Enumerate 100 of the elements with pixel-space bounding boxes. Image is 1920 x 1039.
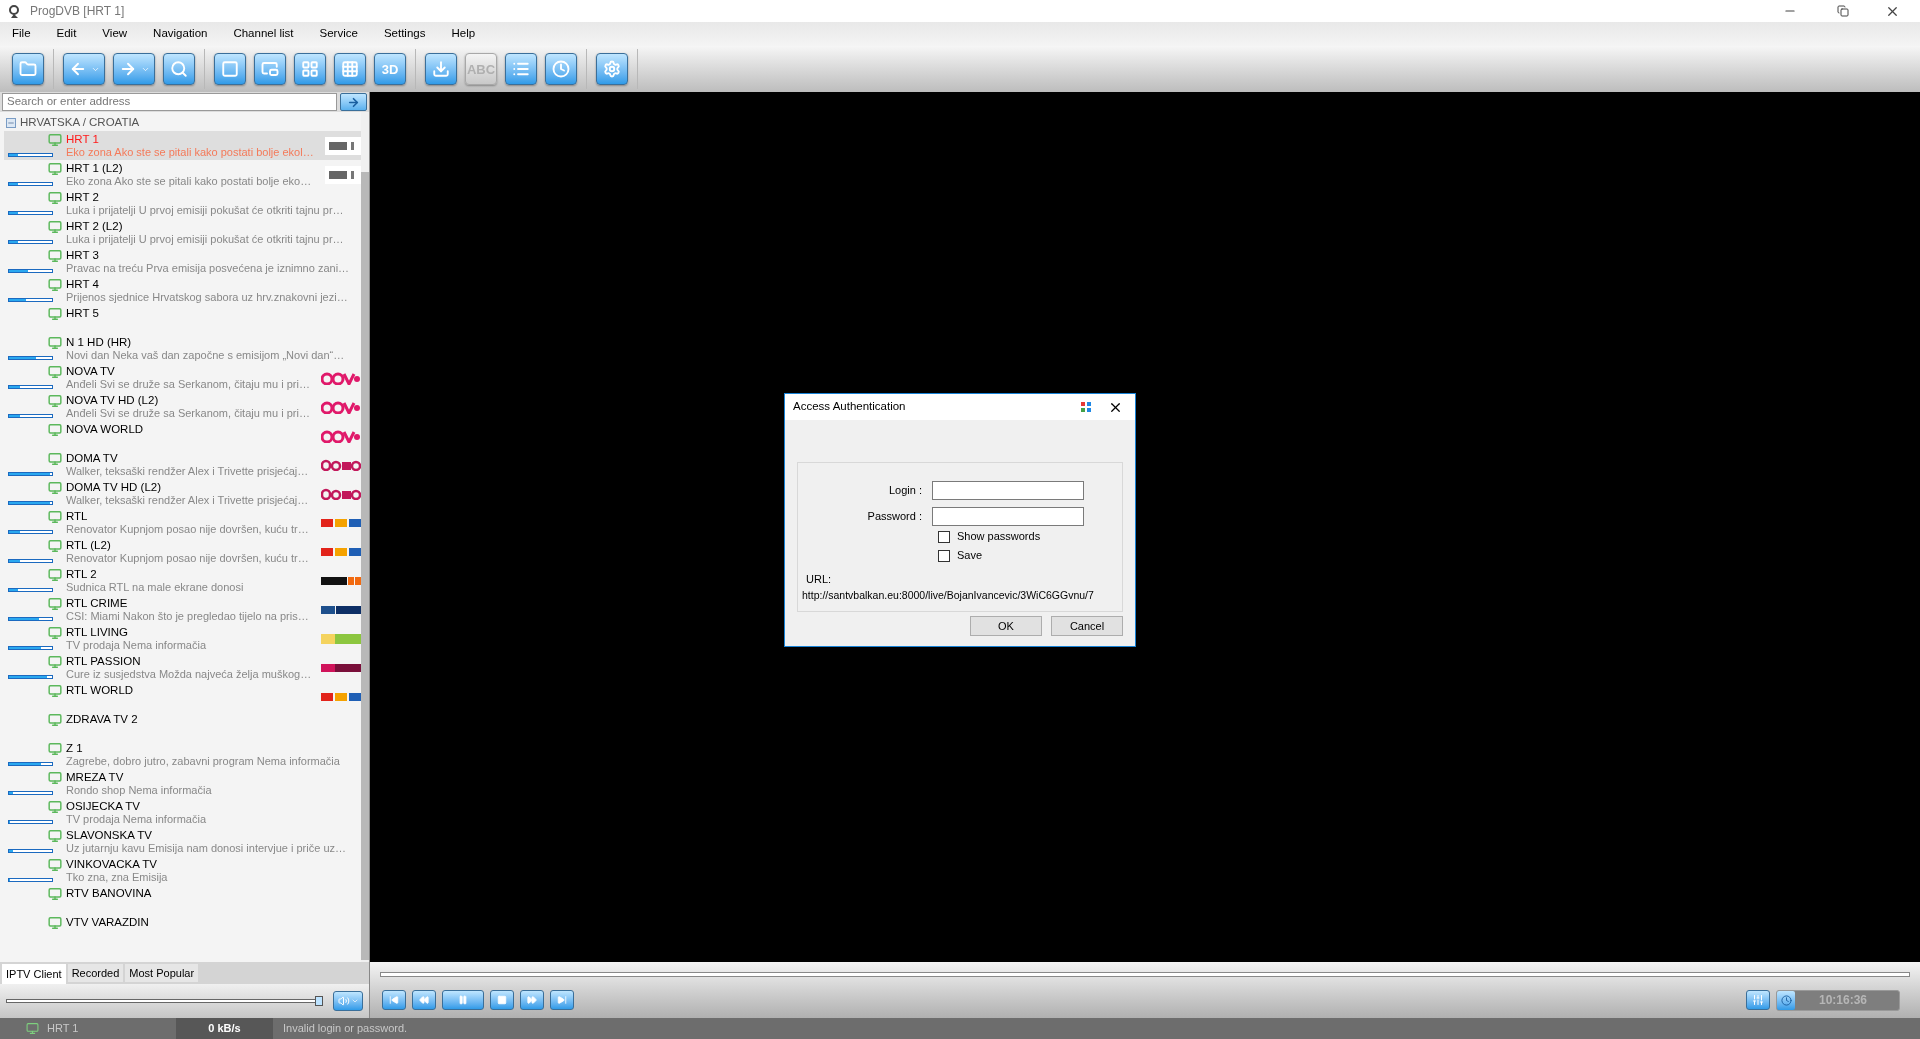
search-button[interactable] bbox=[163, 53, 195, 85]
forward-button[interactable] bbox=[520, 990, 544, 1010]
settings-button[interactable] bbox=[596, 53, 628, 85]
channel-row[interactable]: Z 1 Zagrebe, dobro jutro, zabavni program Nema informačia bbox=[4, 740, 361, 769]
channel-name: Z 1 bbox=[66, 742, 84, 755]
single-icon bbox=[221, 60, 239, 78]
channel-row[interactable]: HRT 1 (L2) Eko zona Ako ste se pitali kako postati bolje eko… bbox=[4, 160, 361, 189]
dialog-button[interactable]: OK bbox=[970, 616, 1042, 636]
dialog-button[interactable]: Cancel bbox=[1051, 616, 1123, 636]
channel-logo bbox=[321, 692, 361, 701]
channel-row[interactable]: OSIJECKA TV TV prodaja Nema informačia bbox=[4, 798, 361, 827]
menu-item[interactable]: Navigation bbox=[149, 25, 212, 43]
tab[interactable]: Most Popular bbox=[125, 964, 199, 982]
program-title: Uz jutarnju kavu Emisija nam donosi intervjue i priče uz… bbox=[66, 842, 347, 855]
channel-name: VINKOVACKA TV bbox=[66, 858, 158, 871]
channel-row[interactable]: NOVA TV HD (L2) Anđeli Svi se druže sa Serkanom, čitaju mu i pri… bbox=[4, 392, 361, 421]
channel-row[interactable]: HRT 4 Prijenos sjednice Hrvatskog sabora uz hrv.znakovni jezi… bbox=[4, 276, 361, 305]
satellite-icon bbox=[8, 4, 22, 18]
menu-item[interactable]: View bbox=[98, 25, 132, 43]
folder-icon bbox=[19, 60, 37, 78]
menu-item[interactable]: File bbox=[8, 25, 35, 43]
mosaic-icon bbox=[341, 60, 359, 78]
program-title: Rondo shop Nema informačia bbox=[66, 784, 213, 797]
channel-name: OSIJECKA TV bbox=[66, 800, 141, 813]
stop-button[interactable] bbox=[490, 990, 514, 1010]
menu-item[interactable]: Help bbox=[447, 25, 480, 43]
login-field[interactable] bbox=[932, 480, 1084, 500]
channel-row[interactable]: DOMA TV Walker, teksaški rendžer Alex i Trivette prisjećaj… bbox=[4, 450, 361, 479]
first-button[interactable] bbox=[382, 990, 406, 1010]
program-title: Cure iz susjedstva Možda najveća želja muškog… bbox=[66, 668, 313, 681]
channel-row[interactable]: RTL (L2) Renovator Kupnjom posao nije dovršen, kuću tr… bbox=[4, 537, 361, 566]
channel-row[interactable]: SLAVONSKA TV Uz jutarnju kavu Emisija nam donosi intervjue i priče uz… bbox=[4, 827, 361, 856]
volume-button[interactable] bbox=[333, 991, 363, 1011]
rewind-button[interactable] bbox=[412, 990, 436, 1010]
stop-icon bbox=[497, 995, 507, 1005]
channel-row[interactable]: HRT 2 Luka i prijatelji U prvoj emisiji pokušat će otkriti tajnu pr… bbox=[4, 189, 361, 218]
slider-thumb[interactable] bbox=[315, 996, 323, 1006]
channel-row[interactable]: HRT 5 bbox=[4, 305, 361, 334]
channel-name: HRT 4 bbox=[66, 278, 100, 291]
pip-button[interactable] bbox=[254, 53, 286, 85]
monitor-icon bbox=[48, 655, 62, 669]
channel-name: VTV VARAZDIN bbox=[66, 916, 150, 929]
tab[interactable]: Recorded bbox=[67, 964, 124, 982]
channel-row[interactable]: NOVA TV Anđeli Svi se druže sa Serkanom, čitaju mu i pri… bbox=[4, 363, 361, 392]
pause-button[interactable] bbox=[442, 990, 484, 1010]
channel-row[interactable]: RTL 2 Sudnica RTL na male ekrane donosi bbox=[4, 566, 361, 595]
equalizer-button[interactable] bbox=[1746, 990, 1770, 1010]
last-button[interactable] bbox=[550, 990, 574, 1010]
channel-row[interactable]: N 1 HD (HR) Novi dan Neka vaš dan započne s emisijom „Novi dan“… bbox=[4, 334, 361, 363]
monitor-icon bbox=[48, 829, 62, 843]
channel-row[interactable]: RTL LIVING TV prodaja Nema informačia bbox=[4, 624, 361, 653]
menu-item[interactable]: Service bbox=[315, 25, 362, 43]
channel-name: RTL CRIME bbox=[66, 597, 129, 610]
channel-row[interactable]: VINKOVACKA TV Tko zna, zna Emisija bbox=[4, 856, 361, 885]
clock-time: 10:16:36 bbox=[1818, 992, 1868, 1009]
channel-row[interactable]: MREZA TV Rondo shop Nema informačia bbox=[4, 769, 361, 798]
list-button[interactable] bbox=[505, 53, 537, 85]
checkbox[interactable] bbox=[938, 549, 950, 562]
channel-row[interactable]: ZDRAVA TV 2 bbox=[4, 711, 361, 740]
channel-row[interactable]: HRT 2 (L2) Luka i prijatelji U prvoj emisiji pokušat će otkriti tajnu pr… bbox=[4, 218, 361, 247]
settings-icon bbox=[603, 60, 621, 78]
single-button[interactable] bbox=[214, 53, 246, 85]
channel-row[interactable]: VTV VARAZDIN bbox=[4, 914, 361, 943]
channel-row[interactable]: RTL Renovator Kupnjom posao nije dovršen, kuću tr… bbox=[4, 508, 361, 537]
channel-row[interactable]: RTL CRIME CSI: Miami Nakon što je pregledao tijelo na pris… bbox=[4, 595, 361, 624]
channel-row[interactable]: NOVA WORLD bbox=[4, 421, 361, 450]
folder-button[interactable] bbox=[12, 53, 44, 85]
back-button[interactable] bbox=[63, 53, 105, 85]
quad-button[interactable] bbox=[294, 53, 326, 85]
volume-slider[interactable] bbox=[6, 996, 323, 1006]
channel-row[interactable]: RTL PASSION Cure iz susjedstva Možda najveća želja muškog… bbox=[4, 653, 361, 682]
url-text: http://santvbalkan.eu:8000/live/BojanIvancevic/3WiC6GGvnu/7 bbox=[802, 587, 1095, 603]
channel-logo bbox=[321, 547, 361, 556]
checkbox[interactable] bbox=[938, 530, 950, 543]
password-field[interactable] bbox=[932, 506, 1084, 526]
channel-name: N 1 HD (HR) bbox=[66, 336, 133, 349]
forward-button[interactable] bbox=[113, 53, 155, 85]
menu-item[interactable]: Edit bbox=[52, 25, 81, 43]
mosaic-button[interactable] bbox=[334, 53, 366, 85]
channel-row[interactable]: HRT 3 Pravac na treću Prva emisija posvećena je iznimno zani… bbox=[4, 247, 361, 276]
go-button[interactable] bbox=[340, 93, 367, 111]
menu-item[interactable]: Settings bbox=[379, 25, 430, 43]
collapse-toggle[interactable] bbox=[6, 117, 16, 128]
record-button[interactable] bbox=[425, 53, 457, 85]
tab[interactable]: IPTV Client bbox=[2, 964, 66, 984]
channel-name: HRT 5 bbox=[66, 307, 100, 320]
menu-item[interactable]: Channel list bbox=[229, 25, 298, 43]
monitor-icon bbox=[48, 220, 62, 234]
program-title: Anđeli Svi se druže sa Serkanom, čitaju mu i pri… bbox=[66, 407, 311, 420]
monitor-icon bbox=[48, 539, 62, 553]
channel-row[interactable]: DOMA TV HD (L2) Walker, teksaški rendžer Alex i Trivette prisjećaj… bbox=[4, 479, 361, 508]
restore-icon[interactable] bbox=[1837, 5, 1849, 17]
channel-row[interactable]: RTL WORLD bbox=[4, 682, 361, 711]
channel-row[interactable]: RTV BANOVINA bbox=[4, 885, 361, 914]
search-field[interactable]: Search or enter address bbox=[2, 93, 337, 111]
channel-name: SLAVONSKA TV bbox=[66, 829, 153, 842]
channel-logo bbox=[321, 458, 361, 471]
dialog-title: Access Authentication bbox=[793, 399, 907, 415]
clock-button[interactable] bbox=[545, 53, 577, 85]
seek-bar[interactable] bbox=[380, 971, 1910, 977]
